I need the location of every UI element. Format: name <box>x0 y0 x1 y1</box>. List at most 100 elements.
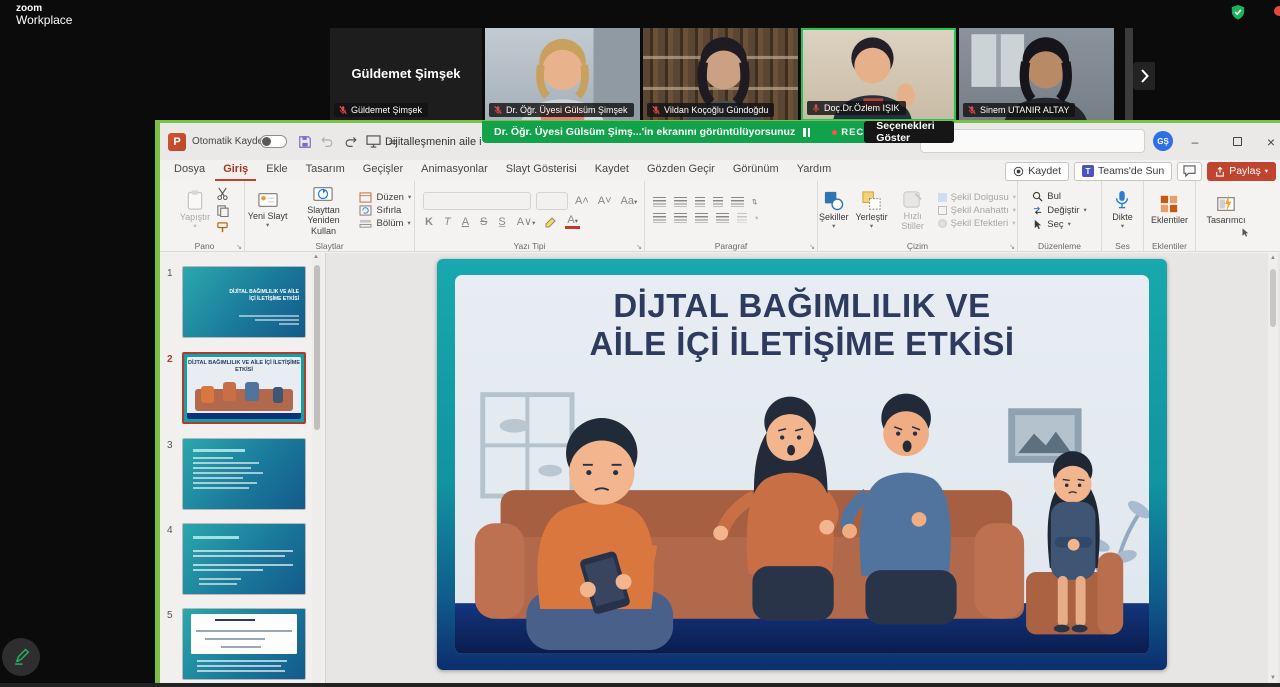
text-direction-icon[interactable]: ⇅ <box>752 198 757 206</box>
dictate-button[interactable]: Dikte▾ <box>1112 189 1133 231</box>
quick-styles-button[interactable]: Hızlı Stiller <box>895 189 931 232</box>
minimize-button[interactable]: – <box>1180 123 1210 160</box>
align-center-icon[interactable] <box>674 213 687 223</box>
maximize-button[interactable] <box>1222 123 1252 160</box>
increase-indent-icon[interactable] <box>713 197 723 207</box>
participant-tile-guldemet[interactable]: Güldemet Şimşek Güldemet Şimşek <box>330 28 482 121</box>
slide-thumbnail-3[interactable] <box>182 438 306 510</box>
tab-ekle[interactable]: Ekle <box>258 161 295 179</box>
scroll-up-arrow-icon[interactable]: ▲ <box>313 254 319 260</box>
shape-outline-button[interactable]: Şekil Anahattı▾ <box>938 205 1016 216</box>
tab-gecisler[interactable]: Geçişler <box>355 161 411 179</box>
save-icon[interactable] <box>298 123 312 160</box>
slideshow-icon[interactable] <box>366 123 381 160</box>
line-spacing-icon[interactable] <box>731 197 744 207</box>
undo-icon[interactable] <box>320 123 334 160</box>
shapes-button[interactable]: Şekiller▾ <box>819 190 849 231</box>
layout-button[interactable]: Düzen▾ <box>359 192 411 203</box>
autosave-toggle-off[interactable] <box>260 135 287 148</box>
present-in-teams-button[interactable]: T Teams'de Sun <box>1074 162 1172 181</box>
change-case-button[interactable]: Aa▾ <box>619 195 640 207</box>
font-size-combo[interactable] <box>536 192 568 210</box>
scrollbar-thumb[interactable] <box>1270 269 1276 327</box>
canvas-scrollbar[interactable]: ▲ ▼ <box>1268 253 1278 683</box>
tab-dosya[interactable]: Dosya <box>166 161 213 179</box>
format-painter-icon[interactable] <box>216 221 229 234</box>
tab-animasyonlar[interactable]: Animasyonlar <box>413 161 496 179</box>
tab-yardim[interactable]: Yardım <box>789 161 840 179</box>
scroll-up-arrow-icon[interactable]: ▲ <box>1270 255 1276 261</box>
text-shadow-button[interactable]: S̲ <box>496 216 507 228</box>
slide-thumbnail-5[interactable] <box>182 608 306 680</box>
new-slide-button[interactable]: Yeni Slayt▾ <box>248 190 288 230</box>
bold-button[interactable]: K <box>423 216 435 228</box>
comment-icon <box>1183 165 1196 177</box>
record-button[interactable]: Kaydet <box>1005 162 1069 181</box>
share-button[interactable]: Paylaş ▾ <box>1207 162 1276 181</box>
tab-gozden-gecir[interactable]: Gözden Geçir <box>639 161 723 179</box>
copy-icon[interactable] <box>216 204 229 217</box>
cut-icon[interactable] <box>216 187 229 200</box>
scroll-down-arrow-icon[interactable]: ▼ <box>1270 675 1276 681</box>
pause-share-icon[interactable] <box>803 128 810 137</box>
next-participants-button[interactable] <box>1133 62 1155 90</box>
numbering-icon[interactable] <box>674 197 687 207</box>
view-options-button[interactable]: Seçenekleri Göster <box>864 121 954 143</box>
align-left-icon[interactable] <box>653 213 666 223</box>
redo-icon[interactable] <box>344 123 358 160</box>
tab-slayt-gosterisi[interactable]: Slayt Gösterisi <box>498 161 585 179</box>
thumbnail-scrollbar[interactable]: ▲ <box>312 253 321 683</box>
grow-font-button[interactable]: A˄ <box>573 195 591 207</box>
slide-thumbnail-4[interactable] <box>182 523 306 595</box>
paste-button[interactable]: Yapıştır▾ <box>180 189 210 231</box>
reuse-slides-button[interactable]: Slayttan Yeniden Kullan <box>295 184 351 236</box>
dialog-launcher-icon[interactable]: ↘ <box>809 243 815 251</box>
decrease-indent-icon[interactable] <box>695 197 705 207</box>
comments-button[interactable] <box>1177 162 1202 181</box>
arrange-button[interactable]: Yerleştir▾ <box>855 190 887 231</box>
section-button[interactable]: Bölüm▾ <box>359 218 411 229</box>
annotate-button[interactable] <box>2 638 40 676</box>
character-spacing-button[interactable]: A∨▾ <box>515 215 538 228</box>
participant-tile-sinem[interactable]: Sinem UTANIR ALTAY <box>959 28 1114 121</box>
slide-thumbnail-1[interactable]: DİJİTAL BAĞIMLILIK VE AİLE İÇİ İLETİŞİME… <box>182 266 306 338</box>
find-button[interactable]: Bul <box>1032 191 1086 202</box>
participant-tile-vildan[interactable]: Vildan Koçoğlu Gündoğdu <box>643 28 798 121</box>
reset-button[interactable]: Sıfırla <box>359 205 411 216</box>
shrink-font-button[interactable]: A˅ <box>596 195 614 207</box>
justify-icon[interactable] <box>716 213 729 223</box>
font-color-button[interactable]: A▾ <box>565 215 580 229</box>
participant-tile-gulsum[interactable]: Dr. Öğr. Üyesi Gülsüm Şimşek <box>485 28 640 121</box>
designer-button[interactable]: Tasarımcı <box>1206 194 1245 225</box>
highlight-color-button[interactable] <box>544 216 558 228</box>
tab-tasarim[interactable]: Tasarım <box>298 161 353 179</box>
dialog-launcher-icon[interactable]: ↘ <box>236 243 242 251</box>
dialog-launcher-icon[interactable]: ↘ <box>1009 243 1015 251</box>
group-yazitipi: A˄ A˅ Aa▾ K T A S S̲ A∨▾ A▾ Y <box>415 181 645 252</box>
tab-giris[interactable]: Giriş <box>215 161 256 181</box>
partial-participant-tile <box>1125 28 1133 121</box>
replace-button[interactable]: Değiştir▾ <box>1032 205 1086 216</box>
current-slide[interactable]: DİJTAL BAĞIMLILIK VE AİLE İÇİ İLETİŞİME … <box>437 259 1167 670</box>
convert-smartart-icon[interactable]: ▾ <box>755 214 758 222</box>
strikethrough-button[interactable]: S <box>478 216 489 228</box>
account-avatar[interactable]: GŞ <box>1153 131 1173 151</box>
select-button[interactable]: Seç▾ <box>1032 219 1086 230</box>
align-right-icon[interactable] <box>695 213 708 223</box>
bullets-icon[interactable] <box>653 197 666 207</box>
find-icon <box>1032 191 1043 202</box>
tab-kaydet[interactable]: Kaydet <box>587 161 637 179</box>
italic-button[interactable]: T <box>442 216 453 228</box>
shape-fill-button[interactable]: Şekil Dolgusu▾ <box>938 192 1016 203</box>
close-button[interactable]: × <box>1256 123 1280 160</box>
columns-icon[interactable] <box>737 213 747 223</box>
scrollbar-thumb[interactable] <box>314 265 320 430</box>
slide-thumbnail-2-selected[interactable]: DİJTAL BAĞIMLILIK VE AİLE İÇİ İLETİŞİME … <box>182 352 306 424</box>
tab-gorunum[interactable]: Görünüm <box>725 161 787 179</box>
addins-button[interactable]: Eklentiler <box>1151 194 1188 225</box>
shape-effects-button[interactable]: Şekil Efektleri▾ <box>938 218 1016 229</box>
font-name-combo[interactable] <box>423 192 531 210</box>
underline-button[interactable]: A <box>460 216 471 228</box>
dialog-launcher-icon[interactable]: ↘ <box>636 243 642 251</box>
participant-tile-ozlem-active-speaker[interactable]: Doç.Dr.Özlem IŞIK <box>801 28 956 121</box>
